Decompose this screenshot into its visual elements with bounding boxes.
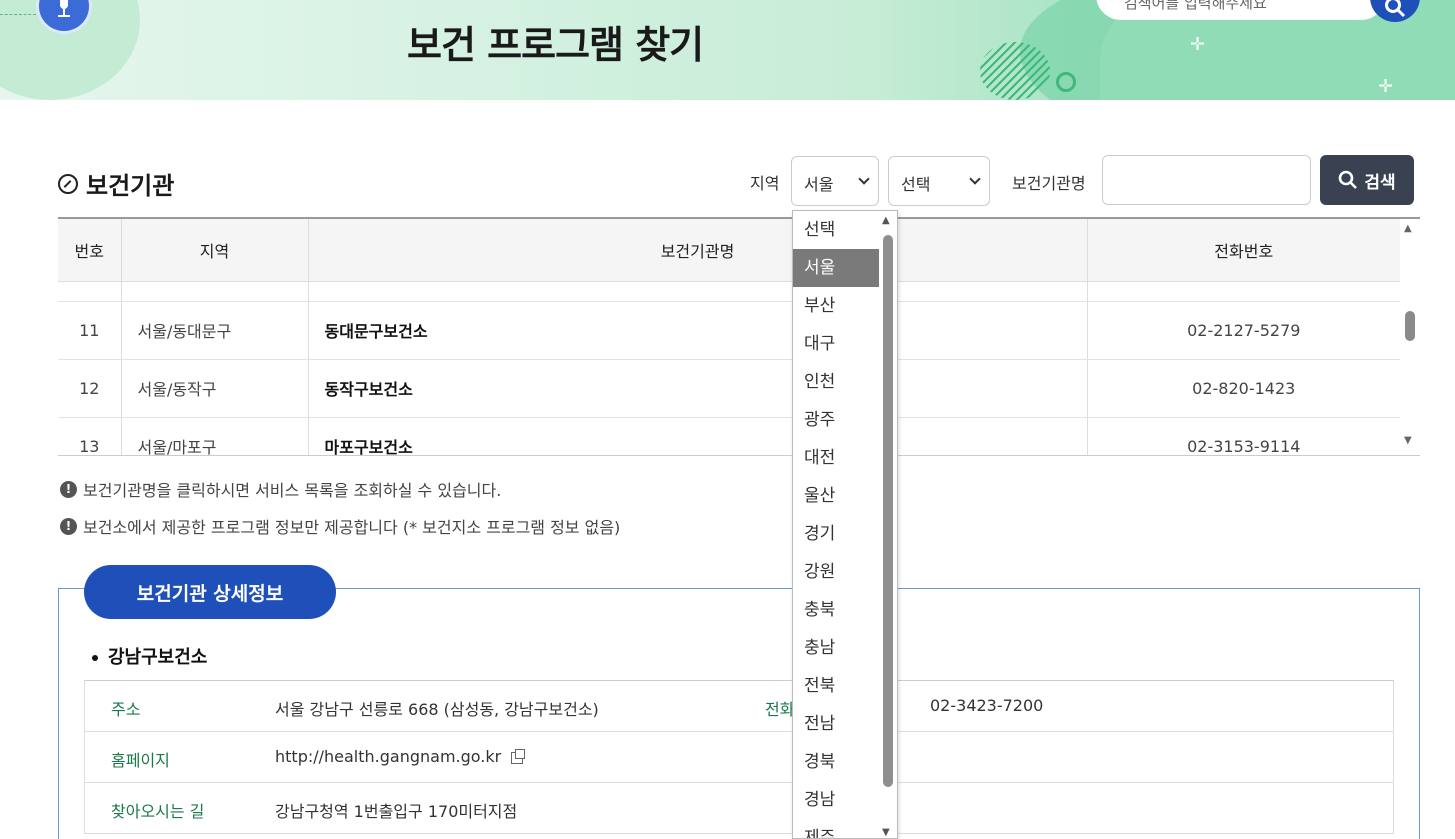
detail-table: 주소 서울 강남구 선릉로 668 (삼성동, 강남구보건소) 전화 02-34…: [84, 680, 1394, 834]
region-option[interactable]: 대전: [793, 439, 879, 477]
region-select-value: 서울: [804, 175, 834, 194]
region-option[interactable]: 경북: [793, 743, 879, 781]
row-phone: 02-2127-5279: [1087, 301, 1400, 360]
address-value: 서울 강남구 선릉로 668 (삼성동, 강남구보건소): [275, 700, 599, 719]
detail-heading-pill: 보건기관 상세정보: [84, 565, 336, 619]
chevron-down-icon: [858, 173, 870, 185]
region-option[interactable]: 광주: [793, 401, 879, 439]
homepage-label: 홈페이지: [111, 751, 170, 770]
chevron-down-icon: [969, 173, 981, 185]
table-header-row: 번호 지역 보건기관명 전화번호: [58, 219, 1400, 282]
pencil-icon: [58, 173, 78, 194]
institution-name-input[interactable]: [1102, 155, 1311, 205]
row-region: 서울/동대문구: [121, 301, 309, 360]
scroll-down-arrow-icon[interactable]: ▼: [882, 827, 890, 838]
search-icon: [1339, 170, 1358, 189]
scroll-thumb[interactable]: [883, 235, 893, 787]
banner-dashed-line: [0, 14, 36, 15]
table-scrollbar[interactable]: ▲ ▼: [1400, 217, 1420, 456]
row-region: 서울/동작구: [121, 359, 309, 418]
institution-name-label: 보건기관명: [1012, 174, 1086, 193]
notice-line: ! 보건기관명을 클릭하시면 서비스 목록을 조회하실 수 있습니다.: [60, 477, 501, 501]
row-institution-link[interactable]: 동대문구보건소: [308, 301, 1088, 360]
detail-row-homepage: 홈페이지 http://health.gangnam.go.kr: [84, 732, 1394, 783]
scroll-thumb[interactable]: [1405, 311, 1415, 341]
region-option[interactable]: 전북: [793, 667, 879, 705]
subregion-select[interactable]: 선택: [888, 156, 990, 206]
banner-hatch-decoration: [980, 42, 1050, 100]
sparkle-icon: ✛: [1378, 76, 1394, 97]
row-number: 12: [58, 359, 122, 418]
detail-row-address: 주소 서울 강남구 선릉로 668 (삼성동, 강남구보건소) 전화 02-34…: [84, 681, 1394, 732]
detail-institution-name: 강남구보건소: [92, 643, 207, 669]
homepage-link[interactable]: http://health.gangnam.go.kr: [275, 747, 501, 766]
external-link-icon[interactable]: [511, 749, 526, 764]
region-label: 지역: [750, 174, 780, 193]
page-title: 보건 프로그램 찾기: [407, 23, 704, 67]
scroll-up-arrow-icon[interactable]: ▲: [1404, 223, 1412, 234]
region-option[interactable]: 전남: [793, 705, 879, 743]
region-option[interactable]: 충남: [793, 629, 879, 667]
region-option[interactable]: 강원: [793, 553, 879, 591]
scroll-down-arrow-icon[interactable]: ▼: [1404, 435, 1412, 446]
section-title: 보건기관: [58, 166, 174, 201]
region-dropdown-list[interactable]: 선택 서울 부산 대구 인천 광주 대전 울산 경기 강원 충북 충남 전북 전…: [792, 210, 898, 839]
section-title-text: 보건기관: [86, 172, 175, 200]
banner-ring-decoration: [1056, 72, 1076, 92]
region-select[interactable]: 서울: [791, 156, 879, 206]
region-option[interactable]: 경기: [793, 515, 879, 553]
column-header-phone: 전화번호: [1087, 219, 1400, 282]
row-phone: 02-820-1423: [1087, 359, 1400, 418]
subregion-select-value: 선택: [901, 175, 931, 194]
page-banner: 보건 프로그램 찾기 ✛ ✛ 검색어를 입력해주세요: [0, 0, 1455, 100]
scroll-up-arrow-icon[interactable]: ▲: [882, 215, 890, 226]
exclamation-icon: !: [60, 517, 77, 535]
notice-text: 보건기관명을 클릭하시면 서비스 목록을 조회하실 수 있습니다.: [83, 481, 502, 500]
notice-line: ! 보건소에서 제공한 프로그램 정보만 제공합니다 (* 보건지소 프로그램 …: [60, 514, 620, 538]
row-institution-link[interactable]: 마포구보건소: [308, 417, 1088, 455]
row-phone: 02-3153-9114: [1087, 417, 1400, 455]
results-table: 번호 지역 보건기관명 전화번호 11 서울/동대문구 동대문구보건소 02-2…: [58, 217, 1420, 456]
row-institution-link[interactable]: 동작구보건소: [308, 359, 1088, 418]
search-icon: [1385, 0, 1406, 18]
region-option[interactable]: 제주: [793, 819, 879, 838]
table-row[interactable]: 13 서울/마포구 마포구보건소 02-3153-9114: [58, 417, 1400, 455]
notice-text: 보건소에서 제공한 프로그램 정보만 제공합니다 (* 보건지소 프로그램 정보…: [83, 518, 621, 537]
region-option[interactable]: 인천: [793, 363, 879, 401]
search-button[interactable]: 검색: [1320, 155, 1414, 205]
table-row: [58, 281, 1400, 302]
region-option[interactable]: 선택: [793, 211, 879, 249]
address-label: 주소: [111, 700, 141, 719]
dropdown-scrollbar[interactable]: ▲ ▼: [881, 211, 897, 838]
region-option[interactable]: 경남: [793, 781, 879, 819]
region-option[interactable]: 대구: [793, 325, 879, 363]
top-search-placeholder: 검색어를 입력해주세요: [1124, 0, 1267, 12]
region-option-selected[interactable]: 서울: [793, 249, 879, 287]
region-option[interactable]: 울산: [793, 477, 879, 515]
table-row[interactable]: 11 서울/동대문구 동대문구보건소 02-2127-5279: [58, 301, 1400, 360]
region-option[interactable]: 부산: [793, 287, 879, 325]
phone-value: 02-3423-7200: [930, 696, 1044, 715]
homepage-link-wrap[interactable]: http://health.gangnam.go.kr: [275, 747, 526, 766]
sparkle-icon: ✛: [1190, 34, 1206, 55]
column-header-region: 지역: [121, 219, 309, 282]
column-header-number: 번호: [58, 219, 122, 282]
detail-row-directions: 찾아오시는 길 강남구청역 1번출입구 170미터지점: [84, 783, 1394, 834]
directions-value: 강남구청역 1번출입구 170미터지점: [275, 802, 518, 821]
column-header-name: 보건기관명: [308, 219, 1088, 282]
directions-label: 찾아오시는 길: [111, 802, 205, 821]
top-search-input[interactable]: 검색어를 입력해주세요: [1096, 0, 1386, 20]
row-number: 13: [58, 417, 122, 455]
phone-label: 전화: [765, 700, 795, 719]
search-button-label: 검색: [1364, 172, 1396, 193]
row-region: 서울/마포구: [121, 417, 309, 455]
table-row[interactable]: 12 서울/동작구 동작구보건소 02-820-1423: [58, 359, 1400, 418]
row-number: 11: [58, 301, 122, 360]
region-option[interactable]: 충북: [793, 591, 879, 629]
exclamation-icon: !: [60, 480, 77, 498]
